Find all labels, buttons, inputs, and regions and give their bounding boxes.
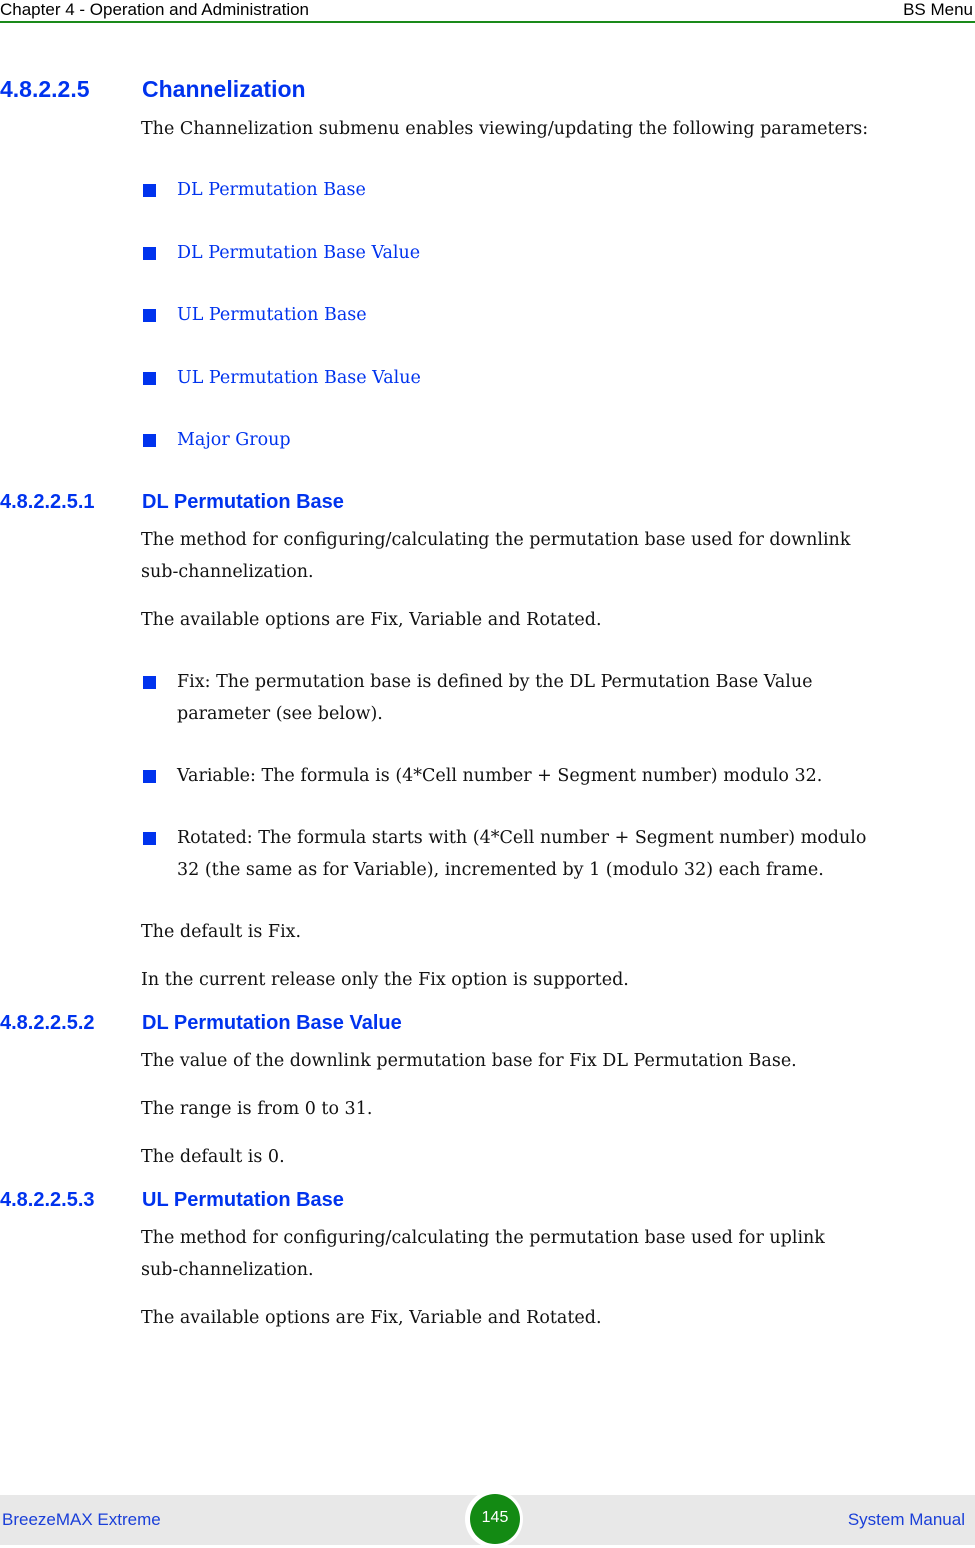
section-title: BS Menu [903,0,973,19]
bullet-square-icon [143,770,156,783]
heading-number: 4.8.2.2.5.3 [0,1189,95,1211]
paragraph: The available options are Fix, Variable … [141,610,602,630]
link-dl-permutation-base[interactable]: DL Permutation Base [177,174,366,206]
bullet-square-icon [143,676,156,689]
paragraph-note: In the current release only the Fix opti… [141,970,629,990]
bullet-square-icon [143,372,156,385]
chapter-title: Chapter 4 - Operation and Administration [0,0,310,19]
bullet-text: parameter (see below). [177,704,383,724]
bullet-text: 32 (the same as for Variable), increment… [177,860,824,880]
page-number-badge: 145 [470,1494,520,1544]
paragraph: The method for configuring/calculating t… [141,530,851,550]
heading-number: 4.8.2.2.5 [0,76,90,102]
paragraph: The method for configuring/calculating t… [141,1228,825,1248]
paragraph: The available options are Fix, Variable … [141,1308,602,1328]
paragraph: sub-channelization. [141,562,314,582]
paragraph: sub-channelization. [141,1260,314,1280]
link-ul-permutation-base[interactable]: UL Permutation Base [177,299,367,331]
paragraph-default: The default is 0. [141,1147,285,1167]
paragraph: The value of the downlink permutation ba… [141,1051,797,1071]
manual-name: System Manual [847,1510,965,1529]
bullet-square-icon [143,184,156,197]
page-header: Chapter 4 - Operation and Administration… [0,0,975,23]
heading-number: 4.8.2.2.5.1 [0,491,95,513]
link-dl-permutation-base-value[interactable]: DL Permutation Base Value [177,237,420,269]
bullet-square-icon [143,247,156,260]
bullet-text: Variable: The formula is (4*Cell number … [177,766,823,786]
paragraph-default: The default is Fix. [141,922,302,942]
heading-title: Channelization [142,76,306,102]
heading-title: UL Permutation Base [142,1189,344,1211]
paragraph-range: The range is from 0 to 31. [141,1099,373,1119]
header-divider [0,21,975,23]
channelization-intro: The Channelization submenu enables viewi… [141,119,869,139]
link-major-group[interactable]: Major Group [177,424,291,456]
bullet-text: Fix: The permutation base is defined by … [177,672,813,692]
bullet-square-icon [143,832,156,845]
product-name: BreezeMAX Extreme [2,1510,161,1529]
heading-title: DL Permutation Base [142,491,344,513]
heading-title: DL Permutation Base Value [142,1012,402,1034]
link-ul-permutation-base-value[interactable]: UL Permutation Base Value [177,362,421,394]
bullet-text: Rotated: The formula starts with (4*Cell… [177,828,867,848]
heading-number: 4.8.2.2.5.2 [0,1012,95,1034]
bullet-square-icon [143,309,156,322]
bullet-square-icon [143,434,156,447]
